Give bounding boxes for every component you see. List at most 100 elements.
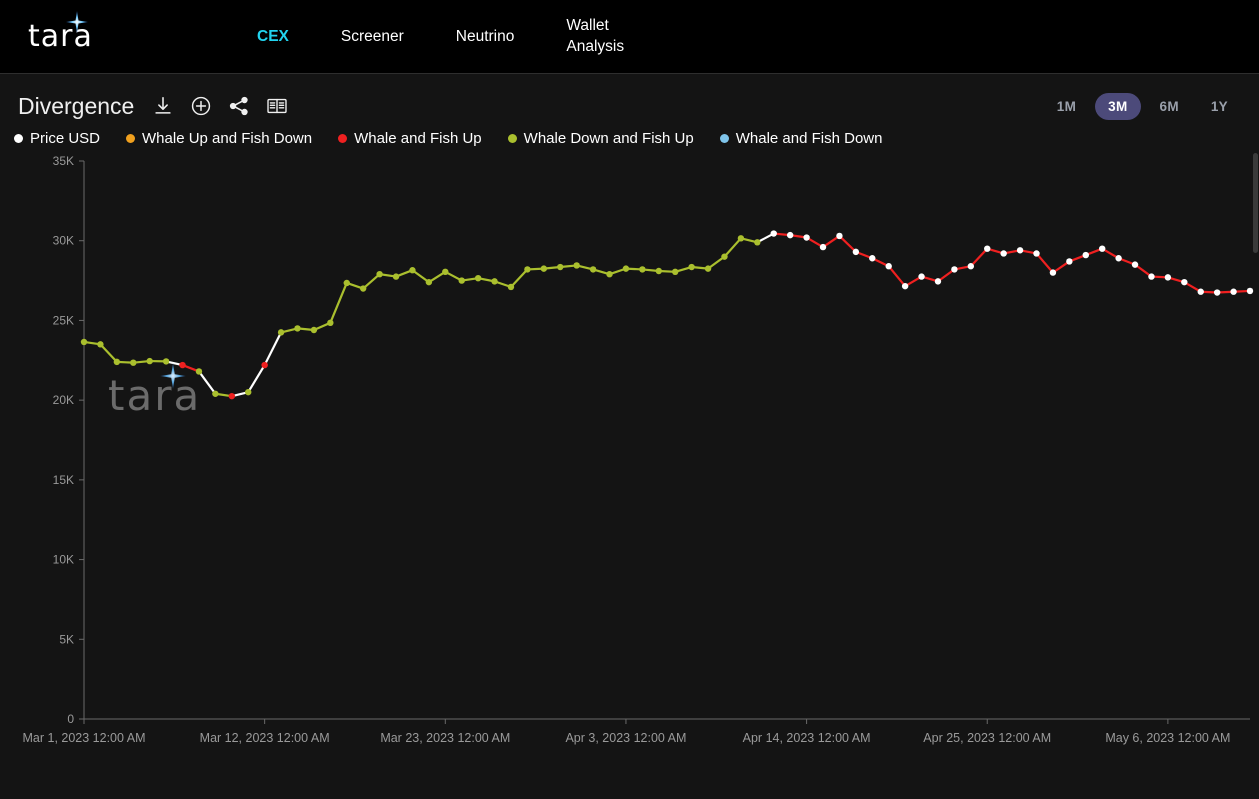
legend-label-price-usd: Price USD (30, 130, 100, 147)
range-6m[interactable]: 6M (1147, 93, 1192, 120)
price-divergence-line-chart[interactable]: 05K10K15K20K25K30K35KMar 1, 2023 12:00 A… (0, 147, 1259, 767)
chart-data-point[interactable] (491, 278, 497, 284)
chart-data-point[interactable] (573, 262, 579, 268)
chart-data-point[interactable] (771, 230, 777, 236)
range-1m[interactable]: 1M (1044, 93, 1089, 120)
chart-line-segment (363, 274, 379, 288)
chart-data-point[interactable] (1198, 289, 1204, 295)
add-circle-icon[interactable] (190, 95, 212, 117)
chart-data-point[interactable] (1017, 247, 1023, 253)
chart-data-point[interactable] (1165, 274, 1171, 280)
nav-item-wallet-analysis[interactable]: Wallet Analysis (566, 10, 636, 64)
chart-data-point[interactable] (81, 339, 87, 345)
chart-data-point[interactable] (853, 249, 859, 255)
chart-data-point[interactable] (344, 280, 350, 286)
chart-data-point[interactable] (705, 265, 711, 271)
chart-data-point[interactable] (1000, 250, 1006, 256)
brand-logo[interactable]: tara (28, 15, 112, 59)
chart-data-point[interactable] (114, 359, 120, 365)
chart-data-point[interactable] (984, 245, 990, 251)
chart-data-point[interactable] (97, 341, 103, 347)
chart-data-point[interactable] (803, 234, 809, 240)
chart-data-point[interactable] (327, 320, 333, 326)
chart-data-point[interactable] (1033, 250, 1039, 256)
legend-item-price-usd[interactable]: Price USD (14, 130, 100, 147)
chart-data-point[interactable] (590, 266, 596, 272)
chart-data-point[interactable] (869, 255, 875, 261)
chart-data-point[interactable] (721, 253, 727, 259)
nav-item-screener[interactable]: Screener (341, 22, 404, 52)
chart-data-point[interactable] (639, 266, 645, 272)
nav-item-neutrino[interactable]: Neutrino (456, 22, 515, 52)
chart-data-point[interactable] (311, 327, 317, 333)
legend-item-whale-and-fish-down[interactable]: Whale and Fish Down (720, 130, 883, 147)
download-icon[interactable] (152, 95, 174, 117)
range-3m[interactable]: 3M (1095, 93, 1140, 120)
chart-data-point[interactable] (1247, 288, 1253, 294)
chart-data-point[interactable] (541, 265, 547, 271)
chart-toolbar (152, 95, 288, 117)
chart-data-point[interactable] (968, 263, 974, 269)
chart-data-point[interactable] (294, 325, 300, 331)
chart-data-point[interactable] (1115, 255, 1121, 261)
chart-data-point[interactable] (524, 266, 530, 272)
share-icon[interactable] (228, 95, 250, 117)
chart-data-point[interactable] (508, 284, 514, 290)
x-axis-tick-label: Apr 3, 2023 12:00 AM (565, 731, 686, 745)
chart-data-point[interactable] (1066, 258, 1072, 264)
chart-data-point[interactable] (196, 368, 202, 374)
chart-data-point[interactable] (426, 279, 432, 285)
chart-data-point[interactable] (1050, 269, 1056, 275)
chart-data-point[interactable] (393, 273, 399, 279)
chart-data-point[interactable] (951, 266, 957, 272)
chart-data-point[interactable] (820, 244, 826, 250)
chart-data-point[interactable] (475, 275, 481, 281)
chart-data-point[interactable] (459, 277, 465, 283)
chart-data-point[interactable] (918, 273, 924, 279)
chart-data-point[interactable] (1099, 245, 1105, 251)
chart-data-point[interactable] (754, 239, 760, 245)
legend-item-whale-up-fish-down[interactable]: Whale Up and Fish Down (126, 130, 312, 147)
chart-data-point[interactable] (1148, 273, 1154, 279)
legend-item-whale-down-fish-up[interactable]: Whale Down and Fish Up (508, 130, 694, 147)
chart-data-point[interactable] (1132, 261, 1138, 267)
time-range-selector: 1M 3M 6M 1Y (1044, 93, 1241, 120)
chart-data-point[interactable] (212, 391, 218, 397)
chart-data-point[interactable] (886, 263, 892, 269)
chart-data-point[interactable] (688, 264, 694, 270)
chart-data-point[interactable] (360, 285, 366, 291)
legend-item-whale-and-fish-up[interactable]: Whale and Fish Up (338, 130, 482, 147)
chart-data-point[interactable] (245, 389, 251, 395)
chart-data-point[interactable] (1181, 279, 1187, 285)
chart-line-segment (724, 238, 740, 256)
chart-data-point[interactable] (146, 358, 152, 364)
chart-data-point[interactable] (902, 283, 908, 289)
chart-data-point[interactable] (787, 232, 793, 238)
chart-data-point[interactable] (606, 271, 612, 277)
vertical-scrollbar[interactable] (1253, 153, 1258, 253)
chart-data-point[interactable] (163, 358, 169, 364)
chart-data-point[interactable] (409, 267, 415, 273)
range-1y[interactable]: 1Y (1198, 93, 1241, 120)
book-icon[interactable] (266, 95, 288, 117)
chart-data-point[interactable] (376, 271, 382, 277)
chart-data-point[interactable] (656, 268, 662, 274)
chart-data-point[interactable] (278, 329, 284, 335)
chart-data-point[interactable] (1214, 289, 1220, 295)
nav-item-cex[interactable]: CEX (257, 22, 289, 52)
chart-data-point[interactable] (130, 359, 136, 365)
chart-data-point[interactable] (1083, 252, 1089, 258)
chart-data-point[interactable] (623, 265, 629, 271)
chart-data-point[interactable] (836, 233, 842, 239)
chart-data-point[interactable] (738, 235, 744, 241)
legend-dot-price-usd (14, 134, 23, 143)
chart-plot-area[interactable]: 05K10K15K20K25K30K35KMar 1, 2023 12:00 A… (0, 147, 1259, 767)
chart-data-point[interactable] (1230, 289, 1236, 295)
chart-data-point[interactable] (935, 278, 941, 284)
chart-data-point[interactable] (261, 362, 267, 368)
chart-data-point[interactable] (229, 393, 235, 399)
chart-data-point[interactable] (557, 264, 563, 270)
chart-data-point[interactable] (672, 269, 678, 275)
chart-data-point[interactable] (442, 269, 448, 275)
chart-data-point[interactable] (179, 362, 185, 368)
